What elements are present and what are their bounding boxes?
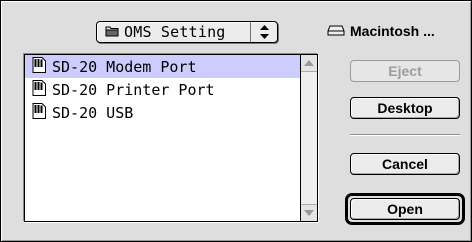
file-name: SD-20 Modem Port xyxy=(52,57,197,76)
scroll-up-arrow-icon[interactable] xyxy=(301,55,317,72)
volume-label: Macintosh ... xyxy=(327,23,435,39)
scroll-down-arrow-icon[interactable] xyxy=(301,204,317,221)
eject-button[interactable]: Eject xyxy=(350,60,460,82)
file-list-rows: SD-20 Modem Port SD-20 Printer Port SD-20 … xyxy=(25,55,300,124)
hard-disk-icon xyxy=(327,23,345,39)
file-list-item[interactable]: SD-20 Printer Port xyxy=(25,78,300,101)
document-icon xyxy=(32,102,46,123)
cancel-button[interactable]: Cancel xyxy=(350,153,460,175)
desktop-button[interactable]: Desktop xyxy=(350,97,460,119)
document-icon xyxy=(32,56,46,77)
document-icon xyxy=(32,79,46,100)
file-list-item[interactable]: SD-20 USB xyxy=(25,101,300,124)
separator xyxy=(350,134,460,136)
popup-label-wrap: OMS Setting xyxy=(97,23,250,41)
file-list-item[interactable]: SD-20 Modem Port xyxy=(25,55,300,78)
open-file-dialog: OMS Setting Macintosh ... SD-20 Modem Po… xyxy=(0,0,472,242)
folder-icon xyxy=(105,23,119,41)
updown-arrows-icon xyxy=(250,22,277,42)
volume-name: Macintosh ... xyxy=(350,23,435,39)
file-name: SD-20 USB xyxy=(52,103,134,122)
open-button[interactable]: Open xyxy=(350,198,460,220)
file-list[interactable]: SD-20 Modem Port SD-20 Printer Port SD-20 … xyxy=(24,54,318,222)
popup-label: OMS Setting xyxy=(124,23,226,41)
folder-popup-menu[interactable]: OMS Setting xyxy=(96,21,278,43)
vertical-scrollbar[interactable] xyxy=(300,55,317,221)
file-name: SD-20 Printer Port xyxy=(52,80,215,99)
